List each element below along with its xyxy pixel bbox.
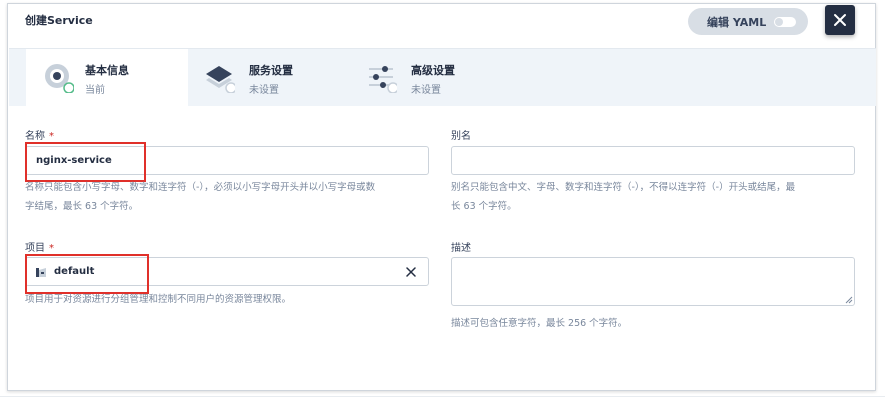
step-title: 基本信息: [85, 64, 129, 77]
name-highlight-box: [25, 142, 146, 182]
clear-icon[interactable]: [406, 267, 416, 277]
edit-yaml-toggle[interactable]: 编辑 YAML: [688, 8, 808, 35]
description-label: 描述: [451, 243, 471, 254]
modal-title: 创建Service: [25, 14, 93, 27]
project-highlight-box: [25, 254, 149, 294]
step-title: 服务设置: [249, 64, 293, 77]
project-label: 项目 *: [25, 243, 54, 254]
step-basic-info[interactable]: 基本信息 当前: [26, 49, 188, 107]
close-button[interactable]: [825, 5, 855, 35]
sliders-icon: [369, 66, 397, 93]
name-hint: 名称只能包含小写字母、数字和连字符（-），必须以小写字母开头并以小写字母或数 字…: [25, 182, 376, 212]
name-label: 名称 *: [25, 131, 54, 142]
description-hint: 描述可包含任意字符，最长 256 个字符。: [451, 318, 628, 329]
steps-bar: 基本信息 当前 服务设置 未设置 高级设置 未设置: [9, 48, 876, 107]
step-service-settings[interactable]: 服务设置 未设置: [199, 49, 339, 107]
bottom-divider: [0, 396, 885, 397]
resize-handle-icon[interactable]: [845, 296, 853, 304]
alias-input[interactable]: [451, 146, 855, 175]
basic-info-icon: [45, 64, 74, 93]
layers-icon: [206, 66, 235, 93]
step-advanced-settings[interactable]: 高级设置 未设置: [359, 49, 499, 107]
alias-hint: 别名只能包含中文、字母、数字和连字符（-），不得以连字符（-）开头或结尾，最 长…: [451, 182, 796, 212]
alias-label: 别名: [451, 131, 471, 142]
edit-yaml-label: 编辑 YAML: [707, 15, 767, 29]
modal-header: 创建Service 编辑 YAML: [8, 4, 875, 48]
project-hint: 项目用于对资源进行分组管理和控制不同用户的资源管理权限。: [25, 294, 292, 305]
step-status: 未设置: [411, 85, 441, 96]
description-textarea[interactable]: [451, 257, 855, 306]
toggle-switch-icon: [774, 16, 797, 27]
close-icon: [834, 14, 846, 26]
create-service-modal: 创建Service 编辑 YAML 基本信息 当前 服务设置 未设置 高级设置 …: [7, 3, 876, 391]
step-status: 未设置: [249, 85, 279, 96]
step-title: 高级设置: [411, 64, 455, 77]
step-status: 当前: [85, 85, 105, 96]
